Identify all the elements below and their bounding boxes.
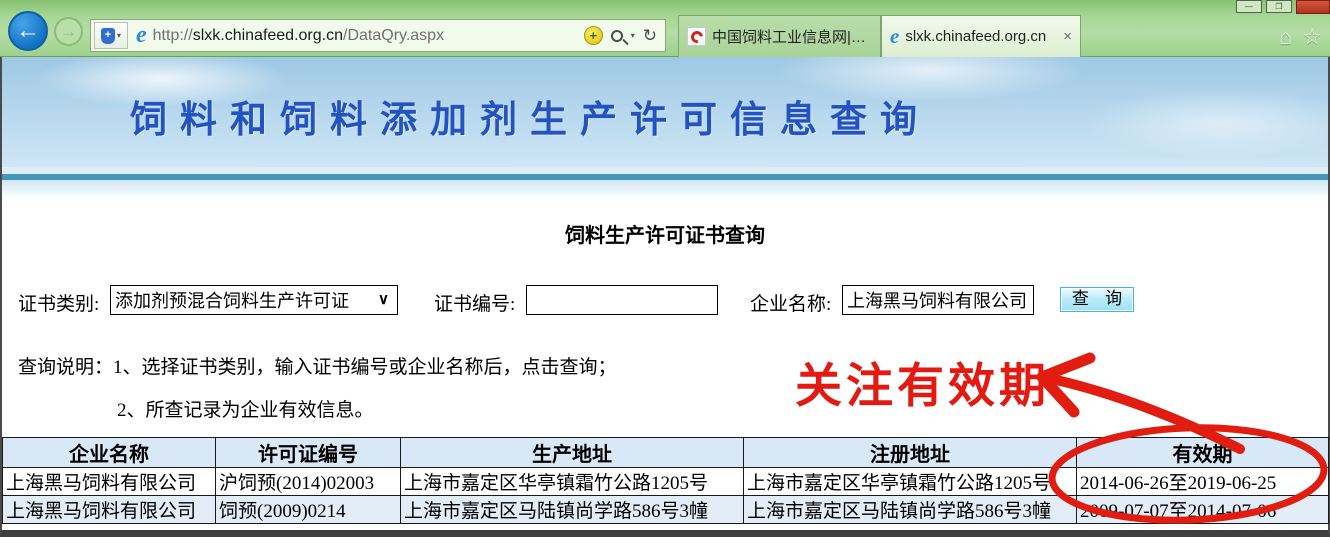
tab-slxk-active[interactable]: e slxk.chinafeed.org.cn × [881, 15, 1081, 57]
cert-type-select[interactable]: 添加剂预混合饲料生产许可证 ∨ [110, 285, 398, 315]
page-title: 饲料和饲料添加剂生产许可信息查询 [130, 89, 930, 143]
favorites-star-icon[interactable]: ☆ [1302, 24, 1322, 50]
cell-company: 上海黑马饲料有限公司 [3, 496, 216, 524]
chevron-down-icon: ▾ [117, 31, 121, 40]
cert-type-label: 证书类别: [18, 289, 99, 316]
url-path: /DataQry.aspx [343, 27, 444, 44]
cell-license-no: 饲预(2009)0214 [216, 496, 401, 524]
back-button[interactable]: ← [8, 11, 48, 51]
table-row: 上海黑马饲料有限公司 沪饲预(2014)02003 上海市嘉定区华亭镇霜竹公路1… [3, 468, 1329, 496]
results-table: 企业名称 许可证编号 生产地址 注册地址 有效期 上海黑马饲料有限公司 沪饲预(… [2, 437, 1329, 524]
cell-license-no: 沪饲预(2014)02003 [216, 468, 401, 496]
site-permission-button[interactable]: + ▾ [94, 22, 128, 49]
table-header-row: 企业名称 许可证编号 生产地址 注册地址 有效期 [3, 438, 1329, 468]
close-button[interactable] [1296, 0, 1330, 14]
tab-title: 中国饲料工业信息网|中国饲料... [712, 26, 872, 47]
divider [2, 167, 1328, 174]
ie-favicon: e [890, 24, 899, 49]
divider-fade [2, 180, 1328, 198]
col-validity: 有效期 [1077, 438, 1329, 468]
cell-company: 上海黑马饲料有限公司 [3, 468, 216, 496]
url-scheme: http:// [153, 27, 193, 44]
cell-production-address: 上海市嘉定区马陆镇尚学路586号3幢 [401, 496, 744, 524]
address-bar[interactable]: + ▾ e http://slxk.chinafeed.org.cn/DataQ… [90, 19, 666, 52]
page-banner: 饲料和饲料添加剂生产许可信息查询 [2, 57, 1328, 167]
query-form: 证书类别: 添加剂预混合饲料生产许可证 ∨ 证书编号: 企业名称: 查 询 [2, 285, 1328, 315]
shield-icon: + [101, 28, 115, 44]
dropdown-chevron-icon: ∨ [378, 290, 389, 309]
restore-button[interactable]: ❐ [1266, 0, 1292, 13]
window-controls: — ❐ [1232, 0, 1330, 14]
instructions-line2: 2、所查记录为企业有效信息。 [117, 395, 374, 422]
tab-title: slxk.chinafeed.org.cn [905, 28, 1057, 45]
back-icon: ← [16, 17, 40, 45]
chinafeed-favicon [687, 27, 706, 46]
col-license-no: 许可证编号 [216, 438, 401, 468]
refresh-icon[interactable]: ↻ [643, 26, 657, 46]
section-title: 饲料生产许可证书查询 [2, 219, 1328, 248]
instructions-line1: 查询说明：1、选择证书类别，输入证书编号或企业名称后，点击查询； [18, 352, 617, 379]
cell-production-address: 上海市嘉定区华亭镇霜竹公路1205号 [401, 468, 744, 496]
cell-registered-address: 上海市嘉定区华亭镇霜竹公路1205号 [744, 468, 1077, 496]
site-safety-icon: + [584, 26, 603, 45]
tab-chinafeed[interactable]: 中国饲料工业信息网|中国饲料... [678, 15, 881, 57]
forward-button[interactable]: → [54, 17, 83, 46]
col-company: 企业名称 [3, 438, 216, 468]
query-button[interactable]: 查 询 [1060, 287, 1134, 312]
cell-validity: 2009-07-07至2014-07-06 [1077, 496, 1329, 524]
minimize-button[interactable]: — [1236, 0, 1262, 13]
col-registered-address: 注册地址 [744, 438, 1077, 468]
cert-no-label: 证书编号: [434, 289, 515, 316]
col-production-address: 生产地址 [401, 438, 744, 468]
validity-annotation: 关注有效期 [795, 347, 1050, 416]
search-icon[interactable] [611, 30, 623, 42]
cert-no-input[interactable] [526, 285, 718, 315]
forward-icon: → [60, 22, 77, 42]
company-input[interactable] [842, 285, 1034, 315]
cell-registered-address: 上海市嘉定区马陆镇尚学路586号3幢 [744, 496, 1077, 524]
table-row: 上海黑马饲料有限公司 饲预(2009)0214 上海市嘉定区马陆镇尚学路586号… [3, 496, 1329, 524]
url-text[interactable]: http://slxk.chinafeed.org.cn/DataQry.asp… [153, 27, 444, 45]
home-icon[interactable]: ⌂ [1279, 24, 1292, 50]
ie-icon: e [136, 22, 147, 49]
company-label: 企业名称: [750, 289, 831, 316]
cell-validity: 2014-06-26至2019-06-25 [1077, 468, 1329, 496]
browser-chrome: — ❐ ← → + ▾ e http://slxk.chinafeed.org.… [0, 0, 1330, 57]
cert-type-value: 添加剂预混合饲料生产许可证 [115, 287, 349, 313]
search-dropdown-icon[interactable]: ▾ [631, 31, 635, 40]
tab-close-icon[interactable]: × [1063, 28, 1072, 45]
url-domain: slxk.chinafeed.org.cn [193, 27, 343, 44]
page-content: 饲料和饲料添加剂生产许可信息查询 饲料生产许可证书查询 证书类别: 添加剂预混合… [0, 57, 1330, 537]
